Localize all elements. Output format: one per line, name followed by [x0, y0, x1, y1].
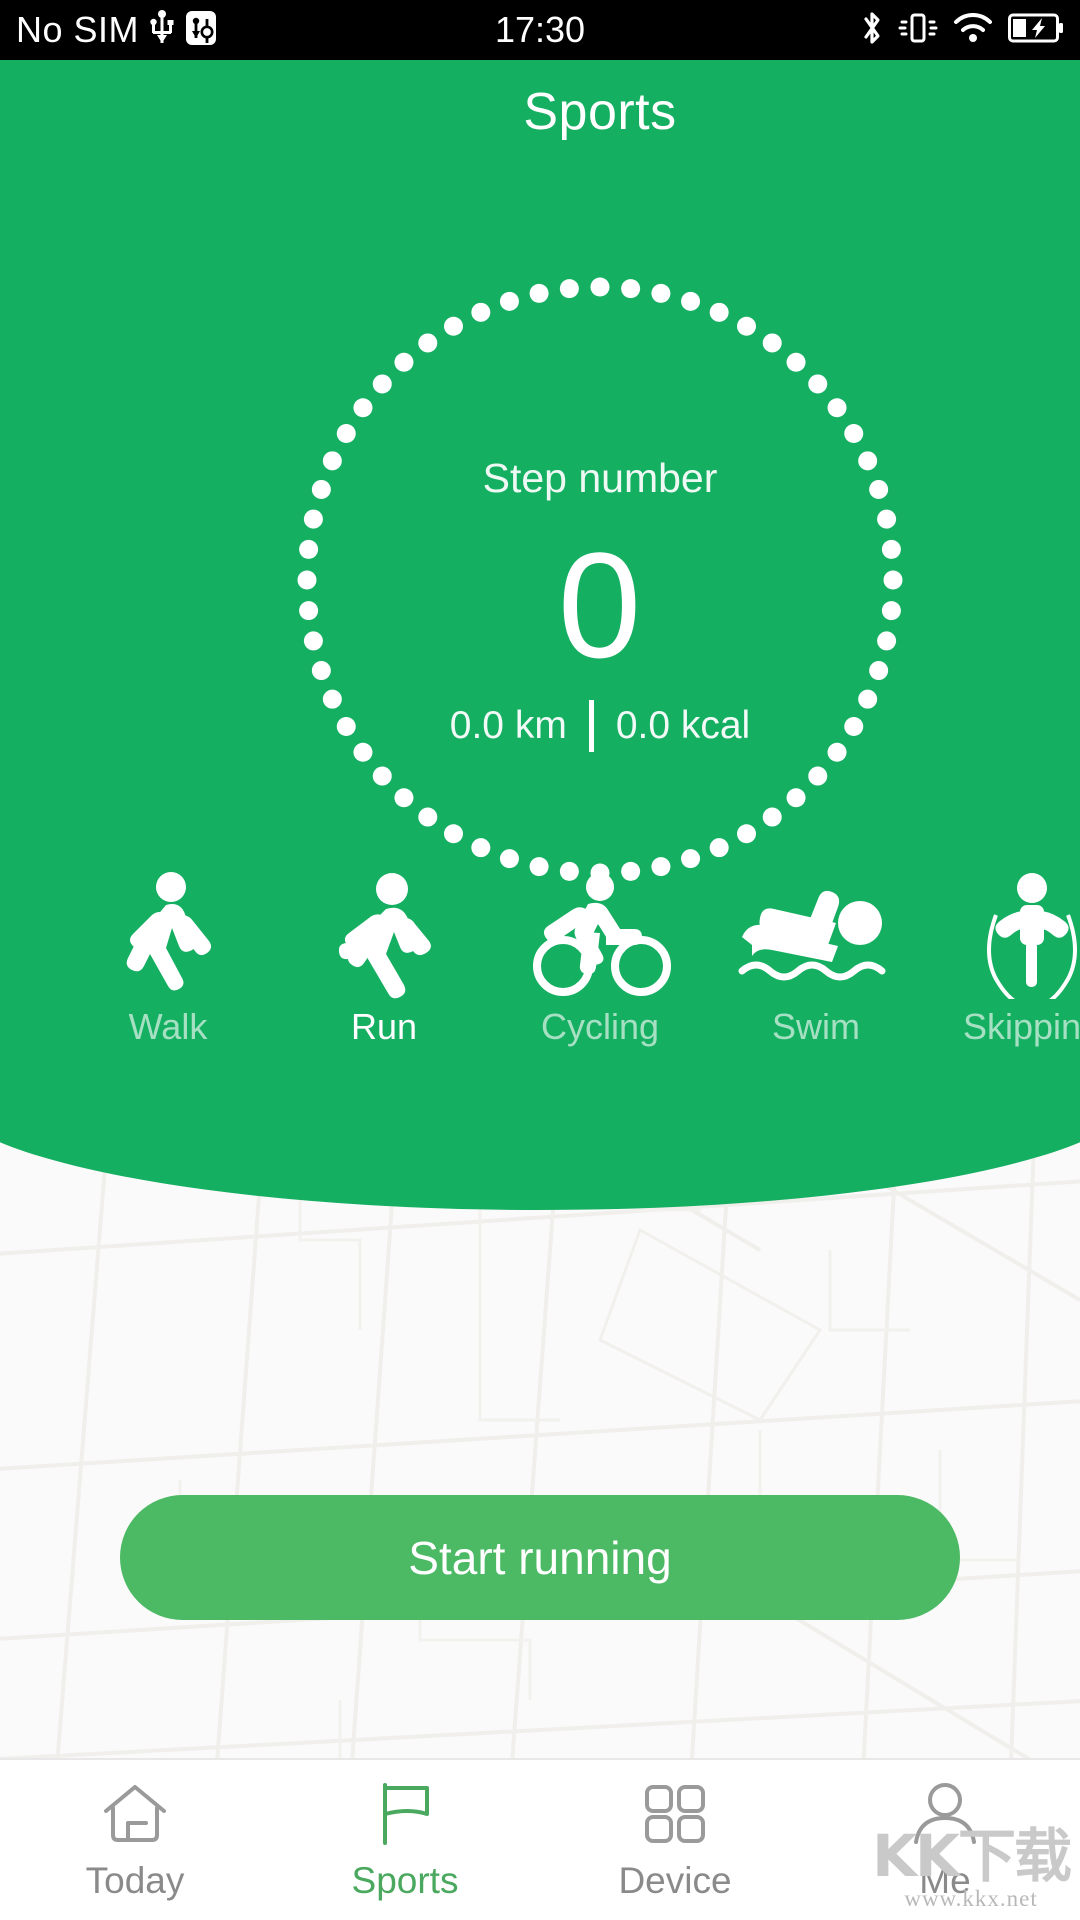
- activity-swim[interactable]: Swim: [708, 870, 924, 1048]
- vibrate-icon: [898, 10, 938, 51]
- status-bar: No SIM 17:30: [0, 0, 1080, 60]
- tab-device-label: Device: [618, 1860, 732, 1901]
- tab-me[interactable]: Me: [810, 1760, 1080, 1920]
- step-number-value: 0: [557, 521, 643, 689]
- activity-run[interactable]: Run: [276, 870, 492, 1048]
- flag-icon: [372, 1778, 438, 1850]
- wifi-icon: [952, 11, 994, 50]
- grid-icon: [642, 1778, 708, 1850]
- hero-content: Sports Step number 0 0.0 km 0.0 kcal Wal…: [60, 60, 1080, 1210]
- tab-today-label: Today: [85, 1860, 185, 1901]
- battery-charging-icon: [1008, 13, 1064, 48]
- walk-icon: [109, 870, 227, 1000]
- activity-run-label: Run: [350, 1006, 418, 1047]
- swim-icon: [734, 870, 899, 1000]
- distance-value: 0.0 km: [449, 704, 567, 747]
- tab-sports-label: Sports: [351, 1860, 459, 1901]
- usb-icon: [149, 9, 175, 52]
- activity-selector: Walk Run Cycling Swim Skippin: [60, 870, 1080, 1090]
- activity-skipping-label: Skipping: [962, 1006, 1080, 1047]
- activity-cycling-label: Cycling: [540, 1006, 660, 1047]
- app-screen: No SIM 17:30 Sports Step number 0 0.0 km…: [0, 0, 1080, 1920]
- step-ring-stats: 0.0 km 0.0 kcal: [60, 700, 1080, 752]
- tab-me-label: Me: [919, 1860, 971, 1901]
- status-bar-left: No SIM: [16, 9, 217, 52]
- page-title: Sports: [523, 83, 677, 141]
- activity-walk-label: Walk: [128, 1006, 208, 1047]
- activity-skipping[interactable]: Skipping: [924, 870, 1080, 1048]
- run-icon: [320, 870, 448, 1000]
- usb-debug-icon: [185, 10, 217, 51]
- home-icon: [102, 1778, 168, 1850]
- bottom-tab-bar: Today Sports Device Me: [0, 1758, 1080, 1920]
- tab-today[interactable]: Today: [0, 1760, 270, 1920]
- tab-device[interactable]: Device: [540, 1760, 810, 1920]
- activity-swim-label: Swim: [772, 1006, 860, 1047]
- cycling-icon: [528, 870, 673, 1000]
- step-number-label: Step number: [482, 455, 718, 501]
- activity-walk[interactable]: Walk: [60, 870, 276, 1048]
- bluetooth-icon: [860, 9, 884, 52]
- skipping-icon: [970, 870, 1080, 1000]
- activity-cycling[interactable]: Cycling: [492, 870, 708, 1048]
- tab-sports[interactable]: Sports: [270, 1760, 540, 1920]
- status-bar-right: [860, 9, 1064, 52]
- person-icon: [912, 1778, 978, 1850]
- carrier-label: No SIM: [16, 9, 140, 50]
- calories-value: 0.0 kcal: [615, 704, 751, 747]
- start-running-button[interactable]: Start running: [120, 1495, 960, 1620]
